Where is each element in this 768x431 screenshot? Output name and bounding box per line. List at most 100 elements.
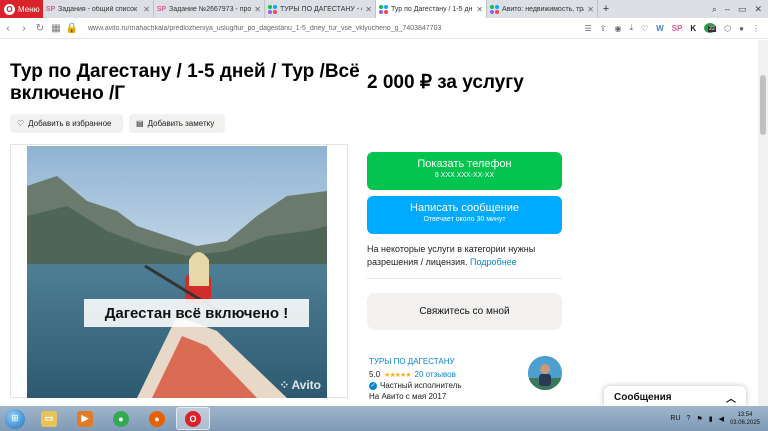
reload-icon[interactable]: ↻ — [32, 23, 48, 34]
sp-favicon-icon: SP — [156, 5, 167, 13]
volume-icon[interactable]: ◀ — [719, 415, 724, 423]
add-favorite-label: Добавить в избранное — [28, 119, 112, 128]
show-phone-button[interactable]: Показать телефон 8 XXX XXX-XX-XX — [367, 152, 562, 190]
close-tab-icon[interactable]: ✕ — [476, 5, 483, 14]
rating-value: 5.0 — [369, 370, 381, 379]
taskbar-chrome[interactable]: ● — [104, 407, 138, 430]
more-icon[interactable]: ⋮ — [752, 24, 760, 33]
license-notice: На некоторые услуги в категории нужны ра… — [367, 243, 567, 269]
avito-favicon-icon — [490, 4, 499, 14]
tab-task-detail[interactable]: SP Задание №2667973 - про ✕ — [154, 0, 265, 18]
tabs-grid-icon[interactable]: ▦ — [48, 23, 64, 34]
avatar-image — [528, 356, 562, 390]
lock-icon: 🔒 — [65, 22, 79, 34]
taskbar-media-player[interactable]: ▶ — [68, 407, 102, 430]
seller-since: На Авито с мая 2017 — [369, 392, 447, 401]
folder-icon: ▭ — [41, 410, 57, 427]
add-note-label: Добавить заметку — [147, 119, 215, 128]
seller-type-label: Частный исполнитель — [380, 381, 462, 390]
show-phone-label: Показать телефон — [417, 158, 512, 170]
scrollbar-thumb[interactable] — [760, 75, 766, 135]
seller-rating: 5.0 ★★★★★ 20 отзывов — [369, 370, 456, 379]
browser-menu-button[interactable]: O Меню — [0, 0, 43, 18]
maximize-icon[interactable]: ▭ — [738, 4, 747, 15]
license-more-link[interactable]: Подробнее — [470, 257, 517, 267]
sp-extension-icon[interactable]: SP — [672, 24, 683, 33]
search-tabs-icon[interactable]: ⌕ — [712, 4, 717, 15]
start-button[interactable]: ⊞ — [0, 407, 30, 431]
add-note-button[interactable]: ▤ Добавить заметку — [129, 114, 225, 133]
watermark-label: Avito — [291, 378, 321, 392]
note-icon: ▤ — [136, 119, 144, 128]
chevron-up-icon[interactable]: ︿ — [726, 390, 736, 405]
clock-time: 13:54 — [737, 411, 753, 418]
forward-icon[interactable]: › — [16, 23, 32, 34]
tab-avito-home[interactable]: Авито: недвижимость, тра ✕ — [487, 0, 598, 18]
lake-scene-illustration — [27, 146, 327, 398]
camera-icon[interactable]: ◉ — [614, 24, 621, 33]
messages-panel[interactable]: Сообщения ︿ — [604, 386, 746, 408]
avito-watermark-dots-icon: ⁘ — [279, 378, 290, 392]
help-icon[interactable]: ? — [687, 415, 691, 422]
share-icon[interactable]: ⇪ — [600, 24, 607, 33]
tab-title: Задания - общий список — [58, 5, 138, 13]
page-scrollbar[interactable] — [758, 40, 768, 406]
avito-favicon-icon — [379, 4, 388, 14]
extension-badge-icon[interactable]: 22 — [704, 23, 717, 33]
back-icon[interactable]: ‹ — [0, 23, 16, 34]
close-tab-icon[interactable]: ✕ — [587, 5, 594, 14]
heart-icon[interactable]: ♡ — [641, 24, 648, 33]
minimize-icon[interactable]: – — [725, 4, 730, 14]
close-tab-icon[interactable]: ✕ — [365, 5, 372, 14]
rating-stars-icon: ★★★★★ — [384, 371, 411, 379]
browser-tab-bar: O Меню SP Задания - общий список ✕ SP За… — [0, 0, 768, 18]
close-tab-icon[interactable]: ✕ — [143, 5, 150, 14]
chrome-icon: ● — [113, 410, 129, 427]
flag-icon[interactable]: ⚑ — [696, 415, 702, 423]
new-tab-button[interactable]: + — [598, 0, 614, 18]
extensions-icon[interactable]: ⬡ — [724, 24, 731, 33]
download-icon[interactable]: ⤓ — [629, 23, 633, 33]
seller-avatar[interactable] — [528, 356, 562, 390]
w-extension-icon[interactable]: W — [656, 24, 664, 33]
phone-masked: 8 XXX XXX-XX-XX — [434, 172, 495, 179]
firefox-icon: ● — [149, 410, 165, 427]
tab-tasks-list[interactable]: SP Задания - общий список ✕ — [43, 0, 154, 18]
profile-icon[interactable]: ● — [739, 24, 744, 33]
reviews-link[interactable]: 20 отзывов — [415, 370, 456, 379]
avito-watermark: ⁘ Avito — [279, 378, 321, 392]
window-controls: ⌕ – ▭ ✕ — [712, 0, 768, 18]
taskbar-opera[interactable]: O — [176, 407, 210, 430]
divider — [367, 278, 562, 279]
response-time: Отвечает около 30 минут — [423, 216, 506, 223]
verified-check-icon: ✓ — [369, 381, 377, 390]
close-window-icon[interactable]: ✕ — [754, 4, 762, 15]
k-extension-icon[interactable]: K — [690, 24, 696, 33]
taskbar-explorer[interactable]: ▭ — [32, 407, 66, 430]
language-indicator[interactable]: RU — [670, 415, 680, 422]
photo-gallery[interactable]: Дагестан всё включено ! ⁘ Avito — [10, 144, 348, 398]
tab-tours-seller[interactable]: ТУРЫ ПО ДАГЕСТАНУ - ос ✕ — [265, 0, 376, 18]
bookmark-list-icon[interactable]: ☰ — [585, 24, 592, 33]
taskbar-firefox[interactable]: ● — [140, 407, 174, 430]
contact-me-button[interactable]: Свяжитесь со мной — [367, 293, 562, 330]
write-message-button[interactable]: Написать сообщение Отвечает около 30 мин… — [367, 196, 562, 234]
add-favorite-button[interactable]: ♡ Добавить в избранное — [10, 114, 123, 133]
tab-title: Тур по Дагестану / 1-5 дн — [391, 5, 473, 13]
network-icon[interactable]: ▮ — [709, 415, 713, 423]
clock[interactable]: 13:54 03.06.2025 — [730, 411, 760, 427]
media-player-icon: ▶ — [77, 410, 93, 427]
messages-label: Сообщения — [614, 391, 672, 403]
write-message-label: Написать сообщение — [410, 202, 519, 214]
tab-tour-listing[interactable]: Тур по Дагестану / 1-5 дн ✕ — [376, 0, 487, 18]
listing-photo[interactable]: Дагестан всё включено ! ⁘ Avito — [27, 146, 327, 398]
close-tab-icon[interactable]: ✕ — [254, 5, 261, 14]
system-tray: RU ? ⚑ ▮ ◀ 13:54 03.06.2025 — [670, 411, 768, 427]
listing-price: 2 000 ₽ за услугу — [367, 72, 524, 93]
windows-logo-icon: ⊞ — [5, 408, 25, 429]
page-content: Тур по Дагестану / 1-5 дней / Тур /Всё в… — [0, 40, 758, 406]
menu-label: Меню — [18, 4, 40, 14]
opera-icon: O — [185, 410, 201, 427]
seller-name-link[interactable]: ТУРЫ ПО ДАГЕСТАНУ — [369, 357, 455, 366]
url-field[interactable]: www.avito.ru/mahachkala/predlozheniya_us… — [88, 25, 585, 32]
